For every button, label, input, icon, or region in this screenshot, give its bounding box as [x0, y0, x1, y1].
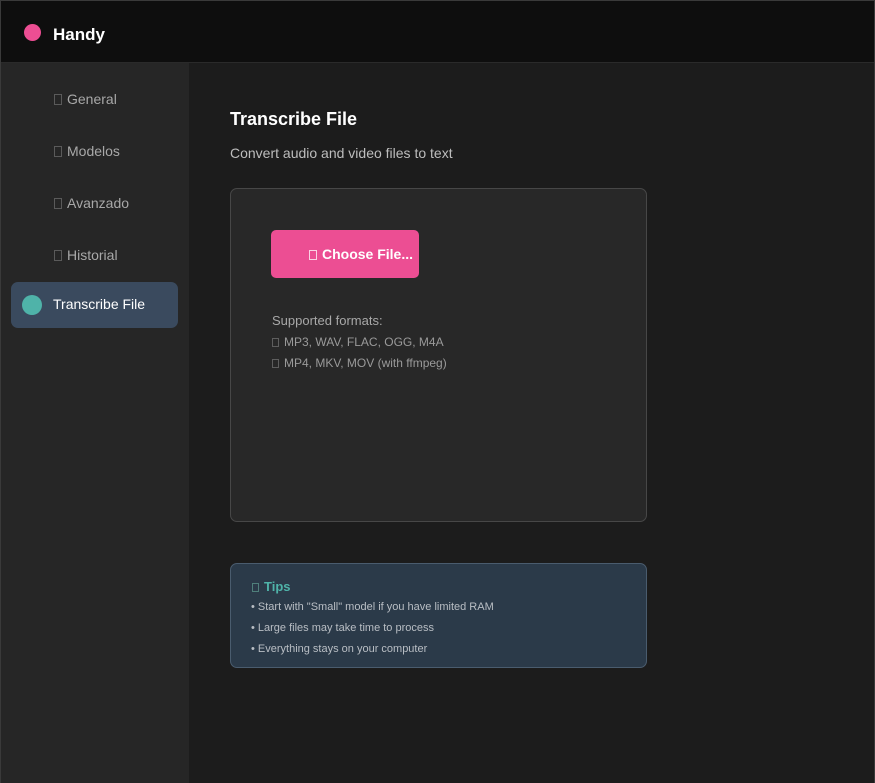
audio-formats: MP3, WAV, FLAC, OGG, M4A	[272, 335, 444, 349]
file-icon	[309, 250, 317, 260]
model-icon	[54, 146, 62, 157]
app-window: Handy General Modelos Avanzado Historial…	[0, 0, 875, 783]
sidebar-item-historial[interactable]: Historial	[11, 233, 178, 279]
sidebar-item-modelos[interactable]: Modelos	[11, 129, 178, 175]
app-name: Handy	[53, 25, 105, 44]
file-drop-card[interactable]: Choose File... Supported formats: MP3, W…	[230, 188, 647, 522]
page-title: Transcribe File	[230, 109, 358, 129]
video-icon	[272, 359, 279, 368]
tip-item: • Start with "Small" model if you have l…	[251, 601, 494, 613]
sidebar-item-transcribe-file[interactable]: Transcribe File	[11, 282, 178, 328]
active-indicator-icon	[22, 295, 42, 315]
tip-item: • Everything stays on your computer	[251, 643, 428, 655]
choose-file-label: Choose File...	[322, 246, 414, 262]
page-subtitle: Convert audio and video files to text	[230, 145, 453, 161]
tip-item: • Large files may take time to process	[251, 622, 434, 634]
lightbulb-icon	[252, 583, 259, 592]
video-formats-text: MP4, MKV, MOV (with ffmpeg)	[284, 356, 447, 370]
sidebar-item-label: Historial	[67, 247, 118, 263]
sidebar: General Modelos Avanzado Historial Trans…	[1, 63, 189, 783]
tips-title: Tips	[252, 579, 291, 594]
audio-formats-text: MP3, WAV, FLAC, OGG, M4A	[284, 335, 444, 349]
history-icon	[54, 250, 62, 261]
main-content: Transcribe File Convert audio and video …	[189, 63, 874, 783]
tips-card: Tips • Start with "Small" model if you h…	[230, 563, 647, 668]
advanced-icon	[54, 198, 62, 209]
supported-formats-title: Supported formats:	[272, 313, 383, 328]
sidebar-item-general[interactable]: General	[11, 77, 178, 123]
settings-icon	[54, 94, 62, 105]
brand-logo-icon	[24, 24, 41, 41]
title-bar: Handy	[1, 1, 874, 63]
sidebar-item-label: Modelos	[67, 143, 120, 159]
video-formats: MP4, MKV, MOV (with ffmpeg)	[272, 356, 447, 370]
sidebar-item-label: Transcribe File	[53, 296, 146, 312]
tips-title-text: Tips	[264, 579, 291, 594]
sidebar-item-label: Avanzado	[67, 195, 130, 211]
sidebar-item-avanzado[interactable]: Avanzado	[11, 181, 178, 227]
choose-file-button[interactable]: Choose File...	[271, 230, 419, 278]
audio-icon	[272, 338, 279, 347]
sidebar-item-label: General	[67, 91, 117, 107]
